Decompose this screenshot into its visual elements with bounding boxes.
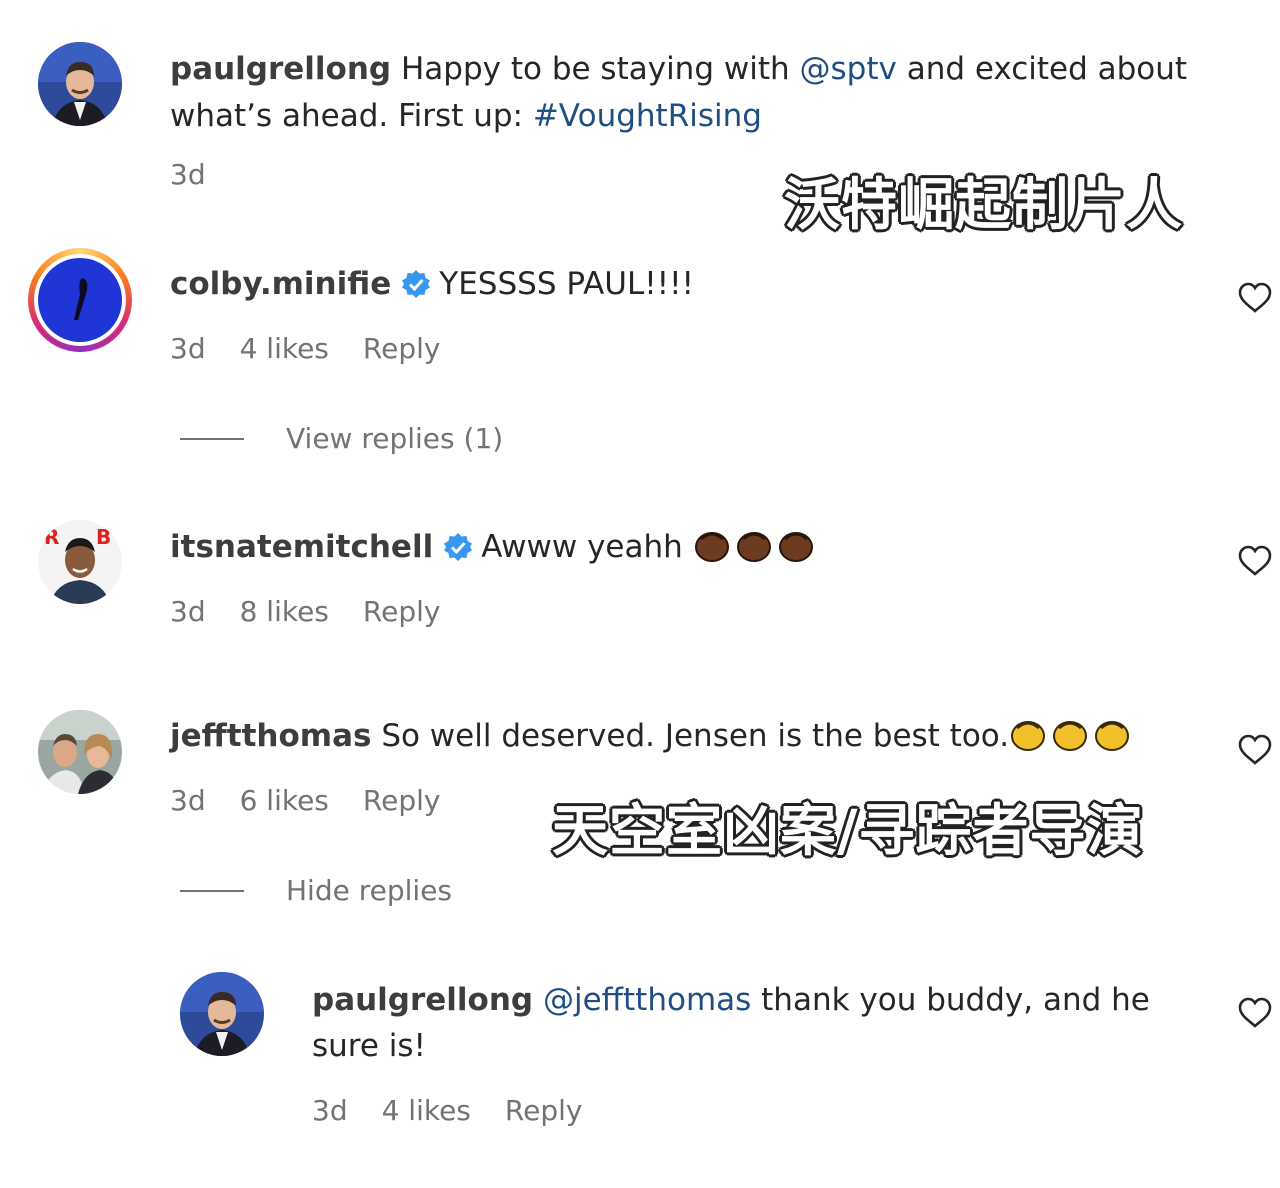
avatar-jefftthomas[interactable]	[38, 710, 122, 794]
overlay-caption-bottom: 天空室凶案/寻踪者导演	[552, 799, 1144, 864]
caption-line-1: paulgrellong Happy to be staying with @s…	[170, 46, 1187, 92]
comment-3-line: jefftthomas So well deserved. Jensen is …	[170, 713, 1135, 759]
likes-count[interactable]: 8 likes	[240, 595, 329, 628]
overlay-caption-top: 沃特崛起制片人	[784, 173, 1183, 238]
comment-2-text: Awww yeahh	[481, 529, 693, 565]
reply-button[interactable]: Reply	[363, 595, 441, 628]
timestamp[interactable]: 3d	[170, 332, 206, 365]
likes-count[interactable]: 6 likes	[240, 784, 329, 817]
comment-2-meta: 3d 8 likes Reply	[170, 595, 474, 628]
comment-3-username[interactable]: jefftthomas	[170, 718, 371, 754]
caption-text: and excited about	[896, 51, 1188, 87]
clap-emoji-icon	[1093, 716, 1131, 752]
timestamp[interactable]: 3d	[312, 1094, 348, 1127]
svg-text:B: B	[96, 525, 111, 549]
hide-replies-label: Hide replies	[286, 874, 453, 907]
avatar-paulgrellong[interactable]	[38, 42, 122, 126]
verified-icon	[443, 532, 473, 562]
hashtag-link[interactable]: #VoughtRising	[533, 98, 762, 134]
clap-emoji-icon	[777, 527, 815, 563]
reply-line-2: sure is!	[312, 1023, 426, 1069]
reply-meta: 3d 4 likes Reply	[312, 1094, 616, 1127]
timestamp[interactable]: 3d	[170, 158, 206, 191]
comment-3-meta: 3d 6 likes Reply	[170, 784, 474, 817]
comment-2-line: itsnatemitchell Awww yeahh	[170, 524, 819, 570]
avatar-itsnatemitchell[interactable]: R B	[38, 520, 122, 604]
reply-button[interactable]: Reply	[363, 784, 441, 817]
like-heart-icon[interactable]	[1238, 282, 1272, 314]
avatar-paulgrellong-reply[interactable]	[180, 972, 264, 1056]
likes-count[interactable]: 4 likes	[240, 332, 329, 365]
timestamp[interactable]: 3d	[170, 784, 206, 817]
avatar-story-ring[interactable]	[28, 248, 132, 352]
verified-icon	[401, 269, 431, 299]
divider-dash	[180, 437, 244, 440]
caption-text: Happy to be staying with	[400, 51, 800, 87]
hide-replies-button[interactable]: Hide replies	[180, 874, 452, 907]
divider-dash	[180, 889, 244, 892]
timestamp[interactable]: 3d	[170, 595, 206, 628]
comment-1-meta: 3d 4 likes Reply	[170, 332, 474, 365]
clap-emoji-icon	[735, 527, 773, 563]
clap-emoji-icon	[1009, 716, 1047, 752]
like-heart-icon[interactable]	[1238, 545, 1272, 577]
reply-button[interactable]: Reply	[363, 332, 441, 365]
svg-text:R: R	[44, 525, 59, 549]
mention-link[interactable]: @sptv	[800, 51, 897, 87]
likes-count[interactable]: 4 likes	[382, 1094, 471, 1127]
reply-text: thank you buddy, and he	[751, 982, 1150, 1018]
comment-1-username[interactable]: colby.minifie	[170, 266, 391, 302]
reply-text: sure is!	[312, 1028, 426, 1064]
caption-text: what’s ahead. First up:	[170, 98, 533, 134]
like-heart-icon[interactable]	[1238, 997, 1272, 1029]
view-replies-button[interactable]: View replies (1)	[180, 422, 503, 455]
avatar-colby-minifie	[38, 258, 122, 342]
caption-meta: 3d	[170, 158, 240, 191]
reply-button[interactable]: Reply	[505, 1094, 583, 1127]
clap-emoji-icon	[1051, 716, 1089, 752]
reply-line-1: paulgrellong @jefftthomas thank you budd…	[312, 977, 1150, 1023]
reply-username[interactable]: paulgrellong	[312, 982, 533, 1018]
view-replies-label: View replies (1)	[286, 422, 504, 455]
caption-line-2: what’s ahead. First up: #VoughtRising	[170, 93, 762, 139]
like-heart-icon[interactable]	[1238, 734, 1272, 766]
caption-username[interactable]: paulgrellong	[170, 51, 391, 87]
comment-1-line: colby.minifie YESSSS PAUL!!!!	[170, 261, 694, 307]
comment-2-username[interactable]: itsnatemitchell	[170, 529, 433, 565]
comment-3-text: So well deserved. Jensen is the best too…	[381, 718, 1010, 754]
mention-link[interactable]: @jefftthomas	[543, 982, 751, 1018]
comment-1-text: YESSSS PAUL!!!!	[439, 266, 694, 302]
clap-emoji-icon	[693, 527, 731, 563]
